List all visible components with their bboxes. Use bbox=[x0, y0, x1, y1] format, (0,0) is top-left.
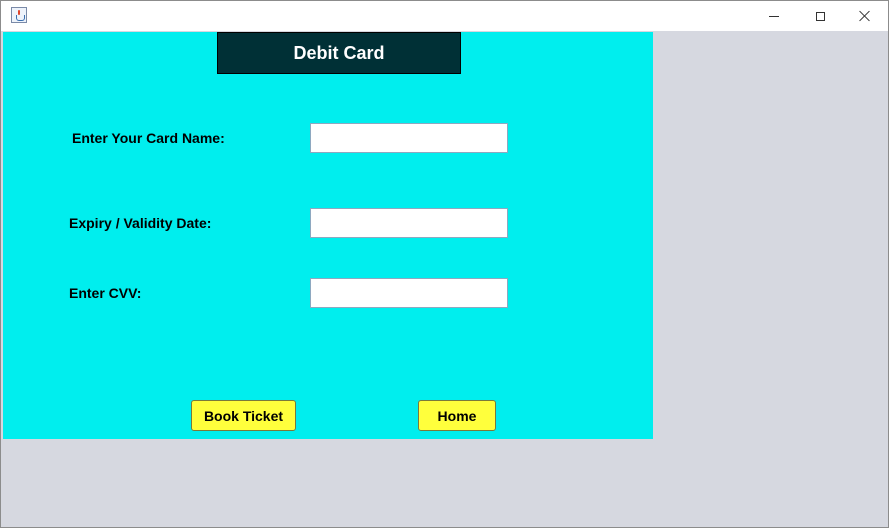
home-button[interactable]: Home bbox=[418, 400, 496, 431]
cvv-input[interactable] bbox=[310, 278, 508, 308]
card-name-label: Enter Your Card Name: bbox=[72, 130, 225, 146]
minimize-button[interactable] bbox=[751, 1, 797, 31]
expiry-date-label: Expiry / Validity Date: bbox=[69, 215, 212, 231]
expiry-date-input[interactable] bbox=[310, 208, 508, 238]
book-ticket-button[interactable]: Book Ticket bbox=[191, 400, 296, 431]
card-name-input[interactable] bbox=[310, 123, 508, 153]
close-button[interactable] bbox=[842, 1, 888, 31]
debit-card-panel: Debit Card Enter Your Card Name: Expiry … bbox=[3, 32, 653, 439]
app-window: Debit Card Enter Your Card Name: Expiry … bbox=[0, 0, 889, 528]
title-bar[interactable] bbox=[1, 1, 888, 31]
close-icon bbox=[859, 10, 871, 22]
maximize-button[interactable] bbox=[797, 1, 843, 31]
page-title: Debit Card bbox=[217, 32, 461, 74]
minimize-icon bbox=[769, 15, 779, 17]
java-app-icon bbox=[11, 7, 27, 23]
maximize-icon bbox=[815, 11, 825, 21]
cvv-label: Enter CVV: bbox=[69, 285, 142, 301]
